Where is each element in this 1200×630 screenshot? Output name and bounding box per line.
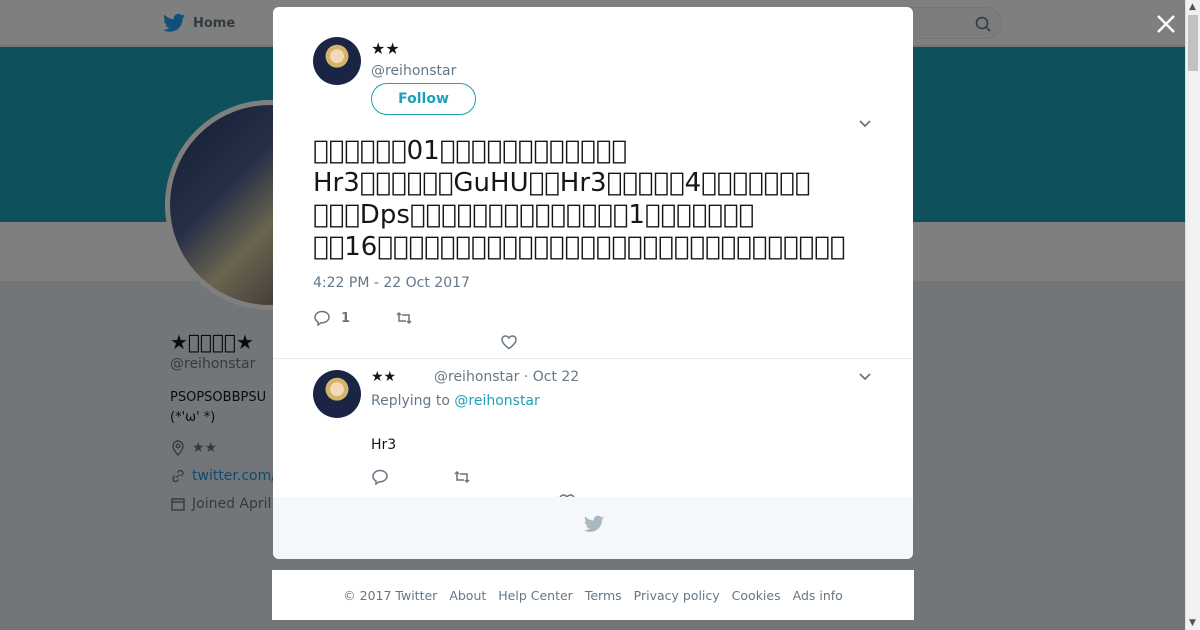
tweet-text-line:   16                               xyxy=(313,232,846,262)
replying-prefix: Replying to xyxy=(371,393,450,409)
reply-action[interactable]: 1 xyxy=(313,309,350,327)
reply-icon[interactable] xyxy=(313,309,331,327)
author-name[interactable]: ★★ xyxy=(371,39,400,58)
retweet-icon[interactable] xyxy=(395,309,413,327)
chevron-down-icon[interactable] xyxy=(858,370,872,384)
reply-text: Hr3 xyxy=(371,437,397,453)
chevron-down-icon[interactable] xyxy=(858,117,872,131)
footer-terms-link[interactable]: Terms xyxy=(585,588,622,603)
close-icon[interactable] xyxy=(1154,12,1178,36)
reply-retweet-action[interactable] xyxy=(453,468,471,486)
tweet-text:       01             Hr3      GuHU  Hr3 … xyxy=(313,135,873,263)
twitter-bird-icon xyxy=(584,515,604,532)
reply-icon[interactable] xyxy=(371,468,389,486)
tweet-text-line:       01             xyxy=(313,136,627,166)
scrollbar[interactable]: ▲ ▼ xyxy=(1185,0,1200,630)
scroll-up-icon[interactable]: ▲ xyxy=(1189,2,1196,12)
replying-to: Replying to @reihonstar xyxy=(371,393,540,409)
reply-handle-date[interactable]: @reihonstar · Oct 22 xyxy=(434,369,579,385)
footer-about-link[interactable]: About xyxy=(449,588,486,603)
tweet-text-line:    Dps              1        xyxy=(313,200,755,230)
reply-author-name[interactable]: ★★ xyxy=(371,369,396,385)
footer-copyright: © 2017 Twitter xyxy=(343,587,438,603)
author-handle[interactable]: @reihonstar xyxy=(371,63,456,79)
footer-cookies-link[interactable]: Cookies xyxy=(732,588,781,603)
reply-count: 1 xyxy=(341,310,351,326)
divider xyxy=(273,358,913,359)
footer-help-link[interactable]: Help Center xyxy=(498,588,573,603)
reply-reply-action[interactable] xyxy=(371,468,389,486)
heart-icon[interactable] xyxy=(500,333,518,351)
reply-author-avatar[interactable] xyxy=(313,370,361,418)
page-footer: © 2017 Twitter About Help Center Terms P… xyxy=(272,570,914,620)
tweet-modal: ★★ @reihonstar Follow       01          … xyxy=(273,7,913,559)
retweet-action[interactable] xyxy=(395,309,413,327)
tweet-text-line: Hr3      GuHU  Hr3     4        xyxy=(313,168,811,198)
scroll-down-icon[interactable]: ▼ xyxy=(1189,618,1196,628)
footer-privacy-link[interactable]: Privacy policy xyxy=(634,588,720,603)
retweet-icon[interactable] xyxy=(453,468,471,486)
replying-to-link[interactable]: @reihonstar xyxy=(454,393,539,409)
like-action[interactable] xyxy=(500,333,518,351)
scrollbar-thumb[interactable] xyxy=(1188,15,1198,71)
footer-ads-link[interactable]: Ads info xyxy=(793,588,843,603)
tweet-timestamp[interactable]: 4:22 PM - 22 Oct 2017 xyxy=(313,275,470,291)
follow-button[interactable]: Follow xyxy=(371,83,476,115)
author-avatar[interactable] xyxy=(313,37,361,85)
